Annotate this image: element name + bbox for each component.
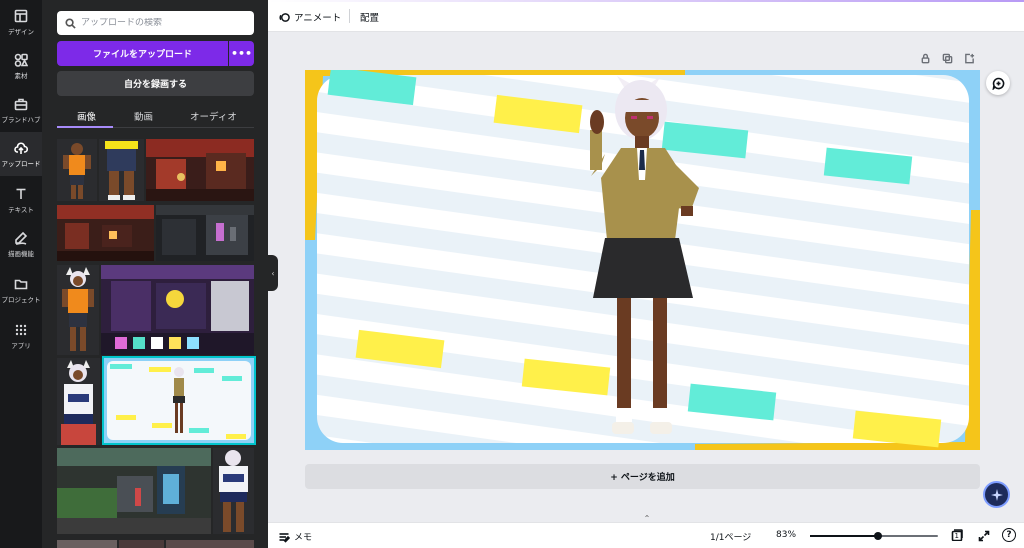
tab-videos[interactable]: 動画 <box>134 109 153 123</box>
tab-images[interactable]: 画像 <box>77 109 96 123</box>
character-hoodie-image <box>61 360 96 445</box>
add-page-button[interactable]: + ページを追加 <box>305 464 980 489</box>
pen-icon <box>15 231 28 245</box>
more-options-button[interactable]: ••• <box>229 41 254 66</box>
media-tabs: 画像 動画 オーディオ <box>57 106 254 128</box>
notes-button[interactable]: メモ <box>278 530 312 543</box>
lock-page-button[interactable] <box>920 53 932 65</box>
upload-thumbnail[interactable] <box>57 265 99 355</box>
upload-thumbnail[interactable] <box>213 448 254 534</box>
folder-icon <box>14 279 28 289</box>
rail-label: 描画機能 <box>8 249 34 258</box>
add-comment-button[interactable] <box>986 71 1010 95</box>
zoom-slider[interactable] <box>810 532 938 540</box>
rail-item-uploads[interactable]: アップロード <box>0 132 42 176</box>
page-count[interactable]: 1/1ページ <box>710 530 751 543</box>
upload-thumbnail[interactable] <box>57 540 117 548</box>
search-box[interactable] <box>57 11 254 35</box>
street-scene-image <box>146 139 254 201</box>
magic-assistant-button[interactable] <box>983 481 1010 508</box>
rail-item-brand[interactable]: ブランドハブ <box>0 88 42 132</box>
rail-item-design[interactable]: デザイン <box>0 0 42 44</box>
chevron-left-icon: ‹ <box>271 268 275 278</box>
character-catgirl-image <box>62 267 94 351</box>
uploads-panel: ファイルをアップロード ••• 自分を録画する 画像 動画 オーディオ <box>42 0 268 548</box>
lock-icon <box>921 53 930 64</box>
upload-thumbnail[interactable] <box>57 205 154 261</box>
upload-thumbnail[interactable] <box>99 139 144 201</box>
page-number: 1 <box>954 531 959 540</box>
rail-label: 素材 <box>14 71 28 80</box>
help-button[interactable]: ? <box>1002 528 1016 542</box>
zoom-level[interactable]: 83% <box>776 530 796 540</box>
rail-label: アップロード <box>1 159 41 168</box>
rail-label: デザイン <box>8 27 34 36</box>
record-yourself-button[interactable]: 自分を録画する <box>57 71 254 96</box>
expand-icon <box>978 530 990 542</box>
rail-item-elements[interactable]: 素材 <box>0 44 42 88</box>
upload-thumbnail[interactable] <box>166 540 254 548</box>
fullscreen-button[interactable] <box>978 530 990 542</box>
subway-scene-image <box>156 205 254 261</box>
rail-label: プロジェクト <box>1 295 41 304</box>
upload-thumbnail[interactable] <box>119 540 164 548</box>
search-icon <box>65 17 76 29</box>
character-hoodie-front-image <box>219 450 248 532</box>
notes-icon <box>279 532 290 543</box>
zoom-slider-fill <box>810 535 878 537</box>
duplicate-page-button[interactable] <box>942 53 954 65</box>
upload-thumbnail[interactable] <box>146 139 254 201</box>
upload-thumbnail[interactable] <box>57 448 211 534</box>
design-canvas-graphic <box>305 70 980 450</box>
rail-item-draw[interactable]: 描画機能 <box>0 222 42 266</box>
top-toolbar: アニメート 配置 <box>268 0 1024 32</box>
active-tab-indicator <box>57 126 113 128</box>
sparkle-icon <box>990 488 1003 501</box>
rail-label: テキスト <box>8 205 34 214</box>
collapse-panel-handle[interactable]: ‹ <box>268 255 278 291</box>
shapes-icon <box>14 53 28 67</box>
add-page-above-button[interactable] <box>964 53 976 65</box>
rail-item-apps[interactable]: アプリ <box>0 314 42 358</box>
upload-thumbnail[interactable] <box>57 358 100 445</box>
position-button[interactable]: 配置 <box>360 10 379 24</box>
grid-icon <box>15 324 27 335</box>
upload-thumbnail[interactable] <box>156 205 254 261</box>
briefcase-icon <box>14 98 28 110</box>
animate-icon <box>279 12 290 22</box>
rail-label: アプリ <box>11 341 31 350</box>
character-shorts-image <box>105 141 138 200</box>
layout-icon <box>14 9 28 22</box>
duplicate-icon <box>942 53 953 64</box>
bottom-toolbar: メモ 1/1ページ 83% 1 ? <box>268 522 1024 548</box>
upload-thumbnail[interactable] <box>101 265 254 355</box>
upload-file-button[interactable]: ファイルをアップロード <box>57 41 228 66</box>
animate-button[interactable]: アニメート <box>279 10 341 24</box>
upload-thumbnail[interactable] <box>57 139 97 201</box>
page-grid-button[interactable]: 1 <box>951 529 963 541</box>
text-icon <box>16 188 26 199</box>
left-rail: デザイン 素材 ブランドハブ アップロード テキスト 描画機能 プロジェクト ア… <box>0 0 42 548</box>
search-input[interactable] <box>81 18 251 28</box>
page-plus-icon <box>965 53 975 64</box>
notes-label: メモ <box>294 533 313 543</box>
upload-thumbnail-selected[interactable] <box>102 356 256 445</box>
cloud-upload-icon <box>14 141 28 154</box>
animate-label: アニメート <box>294 13 342 24</box>
urban-plaza-image <box>57 448 211 534</box>
rail-item-text[interactable]: テキスト <box>0 178 42 222</box>
shop-interior-image <box>57 205 154 261</box>
rail-label: ブランドハブ <box>1 115 41 124</box>
rail-item-projects[interactable]: プロジェクト <box>0 268 42 312</box>
character-orange-shirt-image <box>63 143 91 199</box>
game-lobby-image <box>101 265 254 355</box>
design-artboard[interactable] <box>305 70 980 450</box>
tab-audio[interactable]: オーディオ <box>190 109 237 123</box>
design-preview-image <box>104 358 254 443</box>
zoom-slider-handle[interactable] <box>873 532 882 540</box>
comment-plus-icon <box>991 77 1004 90</box>
toolbar-divider <box>349 9 350 23</box>
